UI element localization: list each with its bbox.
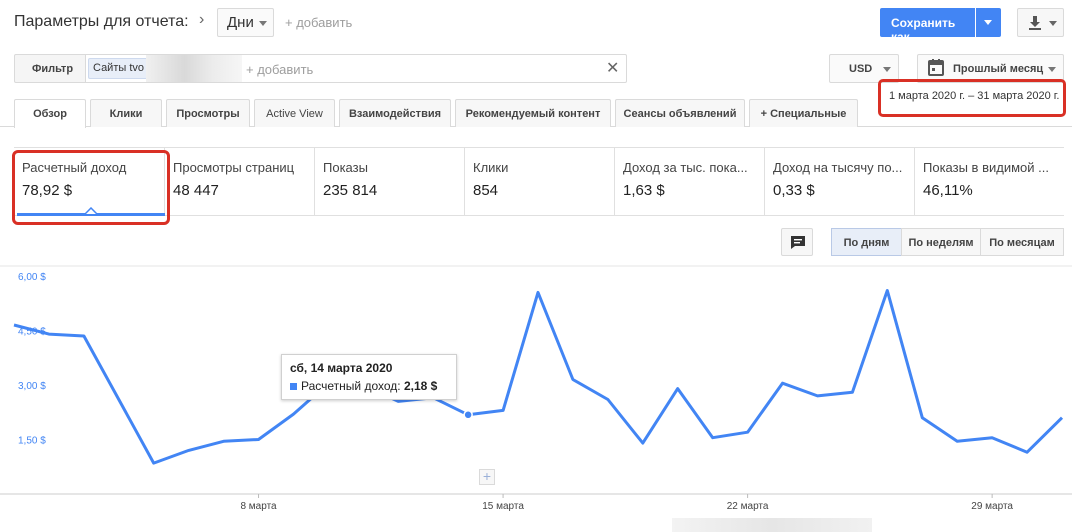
chart-tooltip: сб, 14 марта 2020 Расчетный доход: 2,18 … xyxy=(281,354,457,400)
download-icon xyxy=(1029,16,1041,30)
y-tick-label: 1,50 $ xyxy=(18,436,46,447)
tab-recommended-content[interactable]: Рекомендуемый контент xyxy=(455,99,611,127)
dimension-dropdown[interactable]: Дни xyxy=(217,8,274,37)
y-tick-label: 3,00 $ xyxy=(18,381,46,392)
tooltip-metric: Расчетный доход: xyxy=(301,379,401,393)
calendar-icon xyxy=(928,59,944,76)
add-annotation-icon[interactable]: + xyxy=(479,469,495,485)
metric-value: 235 814 xyxy=(323,182,378,199)
highlight-annotation xyxy=(12,150,170,225)
tooltip-date: сб, 14 марта 2020 xyxy=(290,361,393,375)
clear-filter-icon[interactable]: ✕ xyxy=(606,58,619,78)
x-tick-label: 22 марта xyxy=(727,501,769,512)
tab-views[interactable]: Просмотры xyxy=(166,99,250,127)
caret-down-icon xyxy=(259,21,267,26)
metric-value: 48 447 xyxy=(173,182,219,199)
currency-label: USD xyxy=(849,63,873,75)
metric-value: 0,33 $ xyxy=(773,182,815,199)
granularity-monthly[interactable]: По месяцам xyxy=(980,228,1064,256)
save-as-button[interactable]: Сохранить как xyxy=(880,8,975,44)
revenue-line-chart: 6,00 $4,50 $3,00 $1,50 $8 марта 15 марта 2… xyxy=(0,265,1072,512)
tooltip-row: Расчетный доход: 2,18 $ xyxy=(290,379,456,393)
metric-page-rpm[interactable]: Доход за тыс. пока... 1,63 $ xyxy=(615,148,765,215)
period-label: Прошлый месяц xyxy=(953,63,1044,75)
add-filter-link[interactable]: + добавить xyxy=(246,62,313,77)
comment-icon xyxy=(791,236,805,249)
redacted-area xyxy=(146,55,242,82)
metric-label: Доход на тысячу по... xyxy=(773,160,903,175)
series-line xyxy=(13,289,1064,465)
save-options-button[interactable] xyxy=(976,8,1001,37)
x-tick-label: 15 марта xyxy=(482,501,524,512)
add-dimension-link[interactable]: + добавить xyxy=(285,15,352,30)
tab-active-view[interactable]: Active View xyxy=(254,99,335,127)
highlighted-data-point xyxy=(463,410,473,420)
x-tick-label: 8 марта xyxy=(240,501,277,512)
annotations-button[interactable] xyxy=(781,228,813,256)
caret-down-icon xyxy=(984,20,992,25)
chevron-right-icon: › xyxy=(199,11,205,28)
metric-impressions[interactable]: Показы 235 814 xyxy=(315,148,465,215)
tab-overview[interactable]: Обзор xyxy=(14,99,86,128)
series-swatch xyxy=(290,383,297,390)
y-tick-label: 6,00 $ xyxy=(18,272,46,283)
tab-interactions[interactable]: Взаимодействия xyxy=(339,99,451,127)
metric-label: Показы в видимой ... xyxy=(923,160,1049,175)
caret-down-icon xyxy=(883,67,891,72)
metric-value: 46,11% xyxy=(923,182,973,199)
metric-impression-rpm[interactable]: Доход на тысячу по... 0,33 $ xyxy=(765,148,915,215)
tab-custom[interactable]: + Специальные xyxy=(749,99,858,127)
metric-label: Просмотры страниц xyxy=(173,160,295,175)
report-params-title: Параметры для отчета: xyxy=(14,13,189,30)
metric-label: Клики xyxy=(473,160,509,175)
metric-clicks[interactable]: Клики 854 xyxy=(465,148,615,215)
tab-ad-sessions[interactable]: Сеансы объявлений xyxy=(615,99,745,127)
metric-value: 854 xyxy=(473,182,499,199)
x-tick-label: 29 марта xyxy=(971,501,1013,512)
tab-clicks[interactable]: Клики xyxy=(90,99,162,127)
dimension-label: Дни xyxy=(227,14,254,31)
metric-label: Доход за тыс. пока... xyxy=(623,160,748,175)
redacted-area xyxy=(672,518,872,532)
metric-viewability[interactable]: Показы в видимой ... 46,11% xyxy=(915,148,1064,215)
metric-label: Показы xyxy=(323,160,368,175)
metrics-bottom-border xyxy=(14,215,1064,216)
filter-button[interactable]: Фильтр xyxy=(14,54,86,83)
caret-down-icon xyxy=(1048,67,1056,72)
caret-down-icon xyxy=(1049,21,1057,26)
tooltip-value: 2,18 $ xyxy=(403,379,438,393)
date-range-text: 1 марта 2020 г. – 31 марта 2020 г. xyxy=(878,79,1066,117)
granularity-weekly[interactable]: По неделям xyxy=(901,228,981,256)
download-button[interactable] xyxy=(1017,8,1064,37)
metric-value: 1,63 $ xyxy=(623,182,665,199)
granularity-daily[interactable]: По дням xyxy=(831,228,902,256)
metric-page-views[interactable]: Просмотры страниц 48 447 xyxy=(165,148,315,215)
filter-chip[interactable]: Сайты tvo xyxy=(88,58,150,79)
